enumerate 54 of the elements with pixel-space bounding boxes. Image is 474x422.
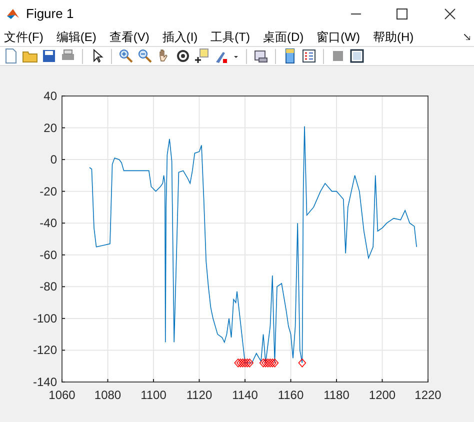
x-tick-label: 1100 (140, 388, 166, 402)
zoom-out-icon[interactable] (137, 48, 153, 64)
save-icon[interactable] (41, 48, 57, 64)
x-tick-label: 1200 (368, 388, 396, 402)
zoom-in-icon[interactable] (118, 48, 134, 64)
diamond-marker (243, 358, 252, 368)
menu-item[interactable]: 桌面(D) (262, 28, 304, 46)
menu-item[interactable]: 编辑(E) (56, 28, 96, 46)
diamond-marker (264, 358, 272, 368)
diamond-marker (238, 358, 247, 368)
y-tick-label: -100 (32, 311, 57, 326)
diamond-marker (262, 358, 270, 368)
diamond-marker (236, 358, 244, 368)
show-tools-icon[interactable] (349, 48, 365, 64)
menu-item[interactable]: 插入(I) (162, 28, 198, 46)
x-tick-label: 1060 (48, 388, 76, 402)
app-icon (6, 7, 20, 21)
rotate-icon[interactable] (175, 48, 191, 64)
legend-icon[interactable] (301, 48, 317, 64)
menu-item[interactable]: 文件(F) (4, 28, 44, 46)
diamond-marker (259, 358, 268, 368)
x-tick-label: 1140 (232, 388, 258, 402)
link-icon[interactable] (253, 48, 269, 64)
y-tick-label: -80 (40, 280, 57, 294)
arrow-icon[interactable] (464, 34, 470, 40)
menu-item[interactable]: 窗口(W) (316, 28, 360, 46)
x-tick-label: 1180 (324, 388, 350, 402)
x-tick-label: 1080 (94, 388, 122, 402)
maximize-icon[interactable] (396, 8, 408, 20)
diamond-marker (268, 358, 276, 368)
menu-item[interactable]: 查看(V) (109, 28, 150, 46)
y-tick-label: -140 (32, 375, 57, 389)
y-tick-label: 40 (44, 89, 57, 103)
diamond-marker (298, 358, 306, 368)
diamond-marker (266, 358, 274, 368)
data-cursor-icon[interactable] (194, 48, 210, 64)
y-tick-label: -20 (40, 184, 57, 198)
y-tick-label: -40 (40, 216, 57, 230)
window-title: Figure 1 (26, 5, 74, 24)
diamond-marker (270, 358, 279, 368)
x-tick-label: 1220 (414, 388, 442, 402)
new-file-icon[interactable] (3, 48, 19, 64)
y-tick-label: -120 (32, 343, 57, 358)
y-tick-label: 0 (50, 152, 57, 167)
diamond-marker (246, 358, 254, 368)
y-tick-label: -60 (40, 248, 57, 262)
close-icon[interactable] (444, 8, 456, 20)
diamond-marker (234, 358, 242, 368)
x-tick-label: 1120 (186, 388, 212, 402)
y-tick-label: 20 (44, 120, 57, 135)
diamond-marker (240, 358, 250, 368)
menu-item[interactable]: 工具(T) (210, 28, 250, 46)
menu-item[interactable]: 帮助(H) (372, 28, 414, 46)
x-tick-label: 1160 (278, 388, 304, 402)
